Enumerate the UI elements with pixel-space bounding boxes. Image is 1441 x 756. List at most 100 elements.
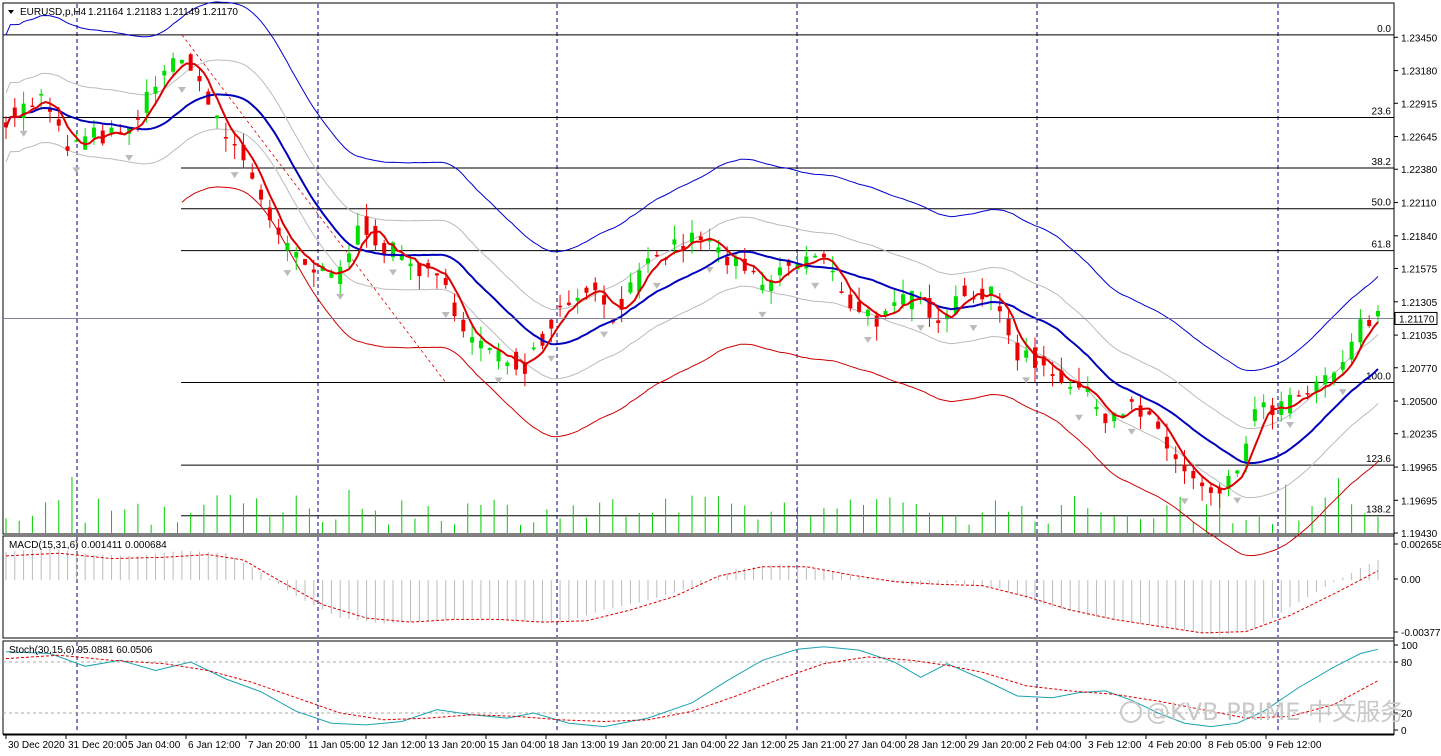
candle-body (144, 91, 149, 113)
price-axis-label: 1.21840 (1401, 232, 1438, 243)
time-axis-label: 18 Jan 13:00 (548, 740, 606, 751)
candle-body (91, 127, 96, 138)
candle-body (338, 266, 343, 284)
candle-body (1103, 413, 1108, 424)
price-axis-label: 1.21035 (1401, 331, 1438, 342)
candle-body (56, 119, 61, 126)
candle-body (1208, 487, 1213, 493)
candle-body (364, 216, 369, 235)
candle-body (1033, 347, 1037, 368)
candle-body (179, 59, 184, 64)
candle-body (1252, 409, 1257, 421)
fib-level-label: 50.0 (1372, 198, 1392, 209)
candle-body (347, 253, 351, 263)
candle-body (1244, 443, 1249, 462)
candle-body (215, 115, 220, 119)
candle-body (549, 319, 554, 329)
candle-body (672, 239, 677, 245)
candle-body (1156, 421, 1161, 429)
fib-level-label: 0.0 (1377, 24, 1391, 35)
candle-body (65, 146, 70, 151)
candle-body (698, 236, 703, 240)
candle-body (1200, 482, 1205, 487)
candle-body (223, 137, 228, 139)
candle-body (487, 348, 492, 350)
candle-body (1173, 454, 1178, 460)
candle-body (250, 172, 255, 179)
candle-body (452, 302, 457, 317)
candle-body (30, 105, 35, 108)
time-axis-label: 27 Jan 04:00 (848, 740, 906, 751)
candle-body (1191, 470, 1196, 479)
time-axis-label: 8 Feb 05:00 (1208, 740, 1262, 751)
candle-body (830, 270, 835, 273)
candle-body (408, 263, 413, 267)
candle-body (760, 284, 765, 291)
candle-body (874, 315, 879, 327)
time-axis-label: 19 Jan 20:00 (608, 740, 666, 751)
candle-body (1006, 318, 1011, 336)
fib-level-label: 138.2 (1366, 505, 1391, 516)
candle-body (1235, 470, 1240, 474)
symbol-title: EURUSD,p,H4 (20, 7, 87, 18)
candle-body (1340, 362, 1345, 370)
candle-body (725, 256, 730, 266)
candle-body (1367, 319, 1372, 326)
candle-body (135, 118, 140, 120)
candle-body (171, 58, 176, 72)
stoch-axis-label: 0 (1401, 726, 1407, 737)
candle-body (1288, 394, 1293, 414)
time-axis-label: 2 Feb 04:00 (1028, 740, 1082, 751)
candle-body (12, 107, 17, 117)
candle-body (654, 254, 659, 257)
candle-body (1349, 341, 1354, 360)
candle-body (478, 340, 483, 349)
candle-body (566, 302, 571, 305)
candle-body (558, 305, 563, 308)
candle-body (162, 70, 167, 76)
price-axis-label: 1.19965 (1401, 463, 1438, 474)
candle-body (259, 189, 264, 200)
stoch-axis-label: 100 (1401, 641, 1418, 652)
fib-level-label: 38.2 (1372, 157, 1392, 168)
candle-body (751, 270, 756, 273)
time-axis-label: 7 Jan 20:00 (248, 740, 301, 751)
trading-chart[interactable]: 0.023.638.250.061.8100.0123.6138.2 30 De… (0, 0, 1441, 756)
candle-body (531, 347, 536, 350)
candle-body (1358, 319, 1363, 343)
candle-body (206, 91, 211, 105)
candle-body (646, 258, 651, 264)
time-axis-label: 22 Jan 12:00 (728, 740, 786, 751)
time-axis-label: 31 Dec 20:00 (68, 740, 128, 751)
candle-body (1314, 381, 1319, 392)
candle-body (1261, 402, 1266, 408)
price-axis-label: 1.22645 (1401, 133, 1438, 144)
price-axis-label: 1.23450 (1401, 33, 1438, 44)
candle-body (153, 86, 158, 94)
candle-body (1094, 406, 1099, 410)
candle-body (232, 143, 237, 146)
candle-body (1024, 350, 1029, 358)
stoch-axis-label: 80 (1401, 658, 1413, 669)
candle-body (839, 291, 844, 293)
price-axis-label: 1.20235 (1401, 430, 1438, 441)
candle-body (382, 242, 387, 254)
candle-body (1376, 310, 1380, 317)
candle-body (311, 269, 316, 273)
candle-body (857, 301, 862, 312)
time-axis-label: 3 Feb 12:00 (1088, 740, 1142, 751)
candle-body (373, 225, 378, 246)
ohlc-readout: 1.21164 1.21183 1.21149 1.21170 (88, 7, 238, 18)
price-axis-label: 1.19430 (1401, 529, 1438, 540)
time-axis-label: 30 Dec 2020 (8, 740, 65, 751)
candle-body (865, 309, 870, 317)
candle-body (901, 294, 906, 305)
candle-body (716, 247, 721, 253)
price-axis-label: 1.22380 (1401, 165, 1438, 176)
candle-body (1129, 399, 1134, 402)
candle-body (1182, 464, 1187, 472)
candle-body (188, 54, 193, 71)
candle-body (777, 267, 782, 276)
time-axis-label: 6 Jan 12:00 (188, 740, 241, 751)
current-price-label: 1.21170 (1399, 314, 1435, 325)
